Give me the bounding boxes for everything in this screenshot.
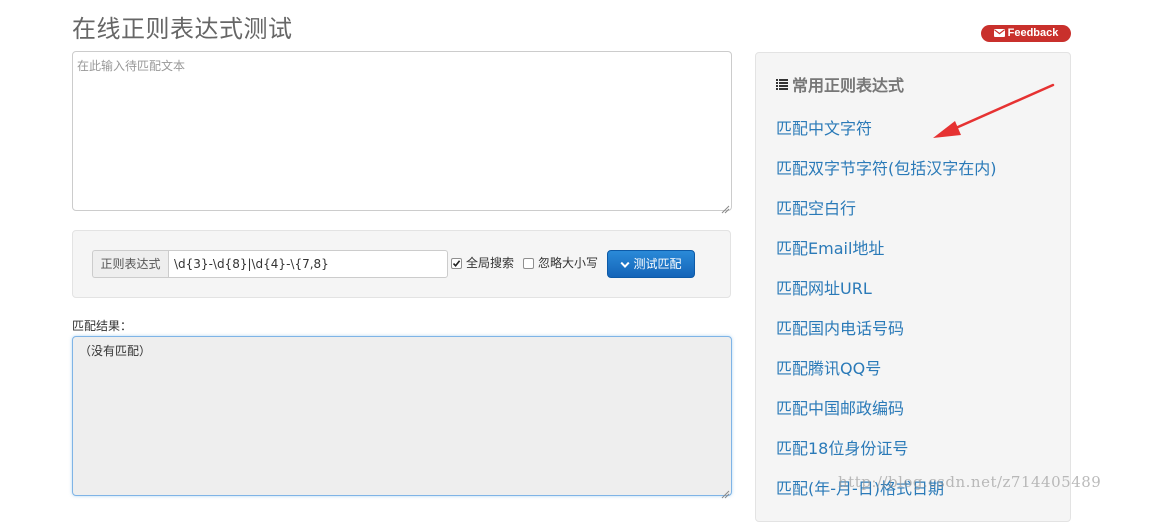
sidebar-title: 常用正则表达式	[776, 73, 904, 98]
regex-input[interactable]	[168, 250, 448, 278]
list-icon	[776, 73, 788, 97]
sidebar-item-double-byte-chars[interactable]: 匹配双字节字符(包括汉字在内)	[776, 157, 997, 197]
regex-bar: 正则表达式 全局搜索 忽略大小写 测试匹配	[72, 230, 731, 298]
sidebar-item-blank-line[interactable]: 匹配空白行	[776, 197, 997, 237]
annotation-arrow-icon	[933, 83, 1055, 138]
envelope-icon	[993, 26, 1005, 43]
result-label: 匹配结果：	[72, 319, 133, 333]
regex-label: 正则表达式	[92, 250, 168, 278]
feedback-button[interactable]: Feedback	[981, 25, 1071, 42]
global-search-checkbox[interactable]	[451, 258, 462, 269]
test-match-label: 测试匹配	[633, 257, 682, 271]
sidebar-item-email[interactable]: 匹配Email地址	[776, 237, 997, 277]
sidebar-item-url[interactable]: 匹配网址URL	[776, 277, 997, 317]
sidebar-item-id-card[interactable]: 匹配18位身份证号	[776, 437, 997, 477]
watermark: http://blog.csdn.net/z714405489	[838, 473, 1102, 491]
resize-grip-icon[interactable]	[720, 484, 730, 499]
chevron-down-icon	[620, 252, 631, 278]
sidebar-item-phone[interactable]: 匹配国内电话号码	[776, 317, 997, 357]
ignore-case-label: 忽略大小写	[538, 256, 599, 270]
page-title: 在线正则表达式测试	[72, 15, 293, 43]
regex-link-list: 匹配中文字符 匹配双字节字符(包括汉字在内) 匹配空白行 匹配Email地址 匹…	[776, 117, 997, 517]
resize-grip-icon[interactable]	[720, 199, 730, 214]
sidebar-item-qq[interactable]: 匹配腾讯QQ号	[776, 357, 997, 397]
ignore-case-checkbox[interactable]	[523, 258, 534, 269]
sidebar-item-postcode[interactable]: 匹配中国邮政编码	[776, 397, 997, 437]
sidebar-title-label: 常用正则表达式	[792, 76, 905, 95]
result-box: （没有匹配）	[72, 336, 732, 496]
source-text-input[interactable]	[72, 51, 732, 211]
test-match-button[interactable]: 测试匹配	[607, 250, 695, 278]
result-text: （没有匹配）	[79, 344, 152, 358]
feedback-label: Feedback	[1007, 27, 1059, 39]
global-search-label: 全局搜索	[466, 256, 515, 270]
check-icon	[452, 260, 461, 268]
